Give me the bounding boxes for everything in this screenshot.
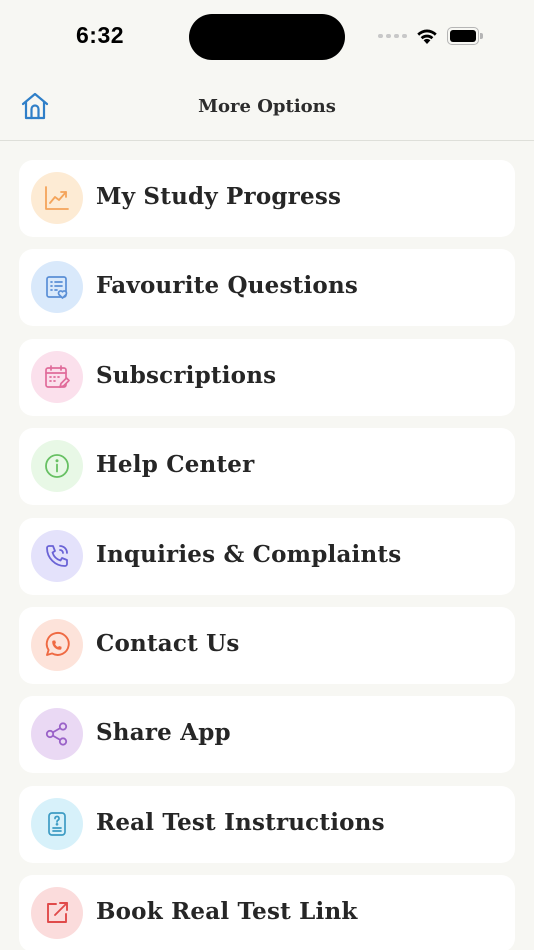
battery-icon [447,27,483,45]
status-time: 6:32 [76,22,125,48]
navigation-bar: More Options [0,74,534,141]
option-icon-bg [31,529,83,582]
option-label: Share App [96,719,231,747]
page-title: More Options [198,96,336,117]
status-icons [378,24,483,48]
option-icon-bg [31,887,83,940]
option-icon-bg [31,350,83,403]
status-bar: 6:32 [0,0,534,74]
option-label: Inquiries & Complaints [96,540,402,568]
phone-call-icon [46,544,68,567]
share-icon [45,722,68,746]
option-my-study-progress[interactable]: My Study Progress [19,160,515,237]
cellular-icon [378,34,407,38]
options-list: My Study Progress Favourite Questions Su… [19,160,515,950]
trend-chart-icon [45,186,69,210]
option-real-test-instructions[interactable]: Real Test Instructions [19,785,515,863]
option-subscriptions[interactable]: Subscriptions [19,338,515,416]
dynamic-island [189,14,345,60]
option-label: Help Center [96,451,255,479]
option-icon-bg [31,261,83,314]
option-label: My Study Progress [96,183,342,210]
whatsapp-icon [45,631,70,656]
option-favourite-questions[interactable]: Favourite Questions [19,249,515,327]
external-link-icon [47,902,68,924]
option-share-app[interactable]: Share App [19,696,515,774]
list-heart-icon [46,276,68,300]
option-book-real-test-link[interactable]: Book Real Test Link [19,875,515,950]
document-question-icon [48,811,66,836]
option-inquiries-complaints[interactable]: Inquiries & Complaints [19,517,515,595]
option-icon-bg [31,797,83,850]
option-icon-bg [31,440,83,493]
option-icon-bg [31,708,83,761]
option-help-center[interactable]: Help Center [19,428,515,506]
info-icon [45,454,69,479]
option-label: Subscriptions [96,361,277,389]
option-label: Book Real Test Link [96,898,358,926]
wifi-icon [417,29,437,44]
option-icon-bg [31,618,83,671]
option-contact-us[interactable]: Contact Us [19,606,515,684]
option-icon-bg [31,172,83,224]
option-label: Contact Us [96,629,240,657]
option-label: Favourite Questions [96,272,359,300]
calendar-edit-icon [45,364,70,388]
option-label: Real Test Instructions [96,808,385,836]
